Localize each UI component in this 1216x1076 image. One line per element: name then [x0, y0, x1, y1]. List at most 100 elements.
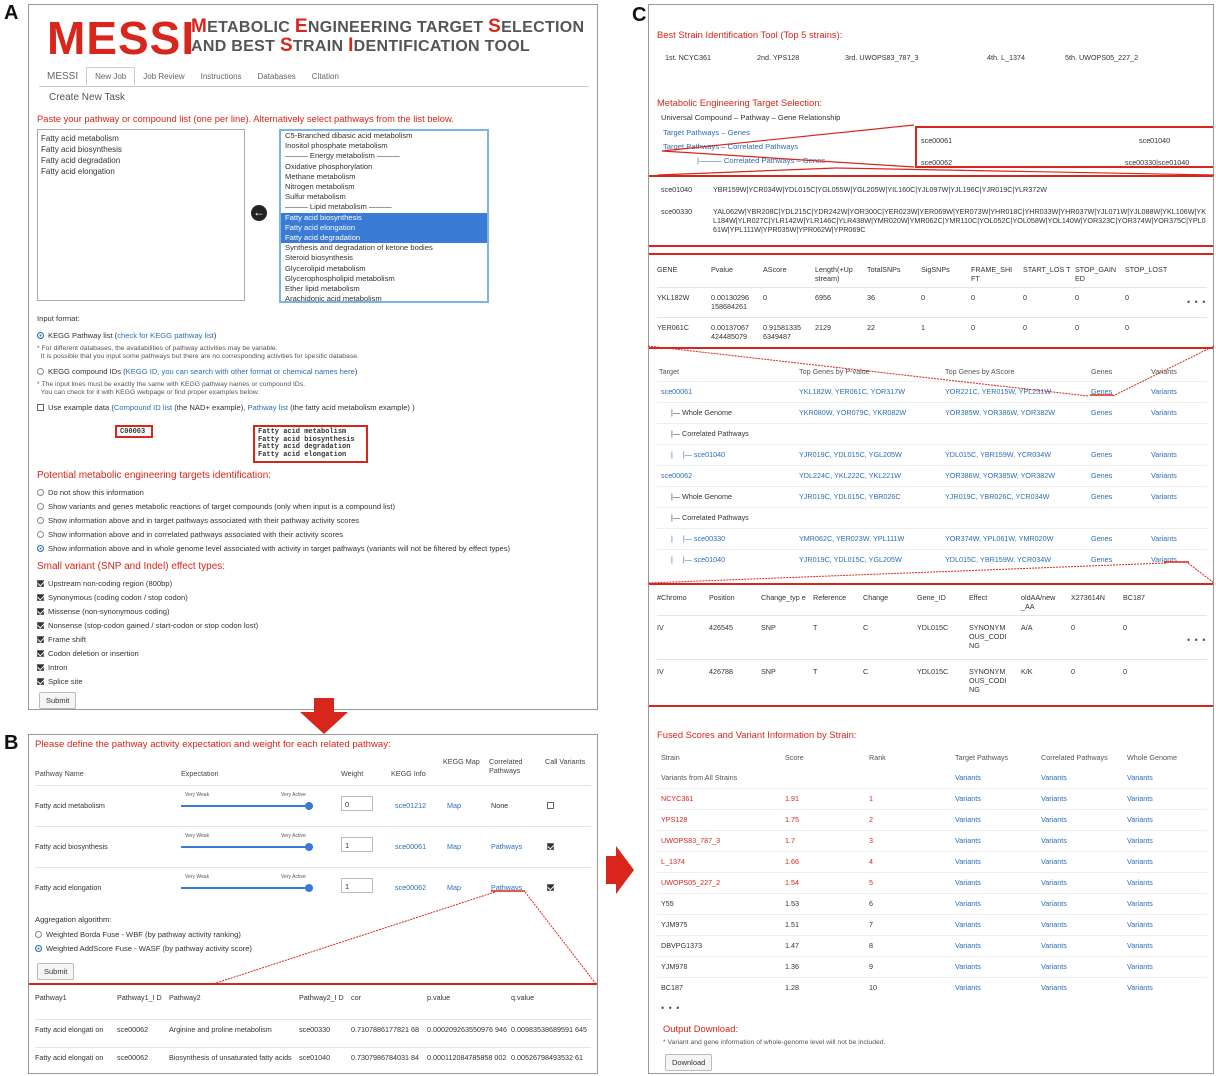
example-label: Use example data ( [48, 403, 114, 412]
pathway-option[interactable]: Arachidonic acid metabolism [281, 294, 487, 301]
corr-cell: 0.00983538689591 645 [511, 1025, 587, 1034]
target-option-label: Show variants and genes metabolic reacti… [48, 502, 395, 511]
pathway-option[interactable]: Steroid biosynthesis [281, 253, 487, 263]
variant-checkbox[interactable] [37, 580, 44, 587]
pathway-option[interactable]: C5-Branched dibasic acid metabolism [281, 131, 487, 141]
corr-cell: 0.000112084785858 002 [427, 1053, 507, 1062]
example-data-checkbox[interactable] [37, 404, 44, 411]
kegg-pathway-radio[interactable] [37, 332, 44, 339]
compound-id-list-link[interactable]: Compound ID list [114, 403, 172, 412]
target-option[interactable]: Show variants and genes metabolic reacti… [37, 500, 510, 514]
arrow-left-icon[interactable]: ← [251, 205, 267, 221]
submit-button[interactable]: Submit [39, 692, 77, 709]
input-format-label: Input format: [37, 314, 80, 323]
variant-option[interactable]: Codon deletion or insertion [37, 647, 258, 661]
zoom-lines-c [648, 124, 1214, 584]
panel-label-a: A [4, 2, 19, 24]
corr-cell: Biosynthesis of unsaturated fatty acids [169, 1053, 292, 1062]
subtitle-part: E [294, 16, 308, 37]
target-option-label: Show information above and in correlated… [48, 530, 344, 539]
pathway-option[interactable]: Methane metabolism [281, 172, 487, 182]
note-input-lines: * The input lines must be exactly the sa… [37, 381, 306, 388]
pathway-option[interactable]: ——— Energy metabolism ——— [281, 151, 487, 161]
target-option[interactable]: Do not show this information [37, 486, 510, 500]
pathway-option[interactable]: Fatty acid elongation [281, 222, 487, 234]
pathway-option[interactable]: Glycerolipid metabolism [281, 264, 487, 274]
nav-tab-3[interactable]: Instructions [193, 68, 250, 85]
panel-a-new-job: MESSI METABOLIC ENGINEERING TARGET SELEC… [28, 4, 598, 710]
compound-example-text: C00003 [120, 428, 146, 436]
variant-option[interactable]: Intron [37, 661, 258, 675]
variant-option-label: Missense (non-synonymous coding) [48, 607, 170, 616]
targets-options: Do not show this information Show variant… [37, 486, 510, 556]
variant-option[interactable]: Splice site [37, 675, 258, 689]
variant-option[interactable]: Upstream non-coding region (800bp) [37, 577, 258, 591]
nav-tab-1[interactable]: New Job [86, 67, 136, 86]
pathway-option[interactable]: Oxidative phosphorylation [281, 162, 487, 172]
variant-checkbox[interactable] [37, 608, 44, 615]
example-label-3: (the fatty acid metabolism example) ) [287, 403, 415, 412]
pathway-example-line: Fatty acid elongation [258, 450, 347, 459]
variant-checkbox[interactable] [37, 664, 44, 671]
pathway-option[interactable]: Inositol phosphate metabolism [281, 141, 487, 151]
target-option[interactable]: Show information above and in whole geno… [37, 542, 510, 556]
variant-checkbox[interactable] [37, 636, 44, 643]
corr-cell: sce00062 [117, 1053, 149, 1062]
kegg-compound-link[interactable]: KEGG ID, you can search with other forma… [126, 367, 355, 376]
target-option-label: Show information above and in whole geno… [48, 544, 511, 553]
pathway-textarea[interactable]: Fatty acid metabolism Fatty acid biosynth… [37, 129, 245, 301]
variant-option[interactable]: Frame shift [37, 633, 258, 647]
variant-option-label: Codon deletion or insertion [48, 649, 139, 658]
corr-cell: sce00062 [117, 1025, 149, 1034]
kegg-pathway-option[interactable]: KEGG Pathway list (check for KEGG pathwa… [37, 329, 216, 343]
target-option[interactable]: Show information above and in correlated… [37, 528, 510, 542]
variant-checkbox[interactable] [37, 650, 44, 657]
nav-tab-0[interactable]: MESSI [39, 67, 86, 86]
target-radio[interactable] [37, 545, 44, 552]
variant-option[interactable]: Synonymous (coding codon / stop codon) [37, 591, 258, 605]
pathway-select-list[interactable]: C5-Branched dibasic acid metabolism Inosi… [279, 129, 489, 303]
arrow-right-icon [616, 846, 634, 894]
paren: ) [213, 331, 217, 340]
kegg-compound-radio[interactable] [37, 368, 44, 375]
variant-option[interactable]: Nonsense (stop-codon gained / start-codo… [37, 619, 258, 633]
logo-subtitle: METABOLIC ENGINEERING TARGET SELECTION AN… [191, 16, 584, 56]
paren: ) [354, 367, 358, 376]
corr-header-cell: Pathway2 [169, 993, 201, 1002]
note-databases: * For different databases, the availabil… [37, 345, 278, 352]
variant-checkbox[interactable] [37, 622, 44, 629]
variant-checkbox[interactable] [37, 594, 44, 601]
pathway-option[interactable]: Fatty acid degradation [281, 233, 487, 244]
variant-option[interactable]: Missense (non-synonymous coding) [37, 605, 258, 619]
messi-logo: MESSI [47, 12, 196, 64]
variant-options: Upstream non-coding region (800bp) Synony… [37, 577, 258, 689]
target-radio[interactable] [37, 531, 44, 538]
pathway-option[interactable]: ——— Lipid metabolism ——— [281, 202, 487, 212]
corr-cell: Fatty acid elongati on [35, 1053, 104, 1062]
subtitle-part: TRAIN [292, 38, 349, 55]
pathway-option[interactable]: Ether lipid metabolism [281, 284, 487, 294]
example-data-option[interactable]: Use example data (Compound ID list (the … [37, 401, 415, 415]
pathway-option[interactable]: Fatty acid biosynthesis [281, 212, 487, 223]
variant-checkbox[interactable] [37, 678, 44, 685]
textarea-line: Fatty acid elongation [41, 167, 115, 176]
paste-prompt: Paste your pathway or compound list (one… [37, 113, 454, 124]
pathway-option[interactable]: Sulfur metabolism [281, 192, 487, 202]
example-label-2: (the NAD+ example), [172, 403, 248, 412]
nav-tab-2[interactable]: Job Review [135, 68, 192, 85]
pathway-option[interactable]: Glycerophospholipid metabolism [281, 274, 487, 284]
nav-tab-5[interactable]: Citation [304, 68, 347, 85]
textarea-line: Fatty acid degradation [41, 156, 121, 165]
kegg-pathway-link[interactable]: check for KEGG pathway list [117, 331, 214, 340]
target-radio[interactable] [37, 503, 44, 510]
nav-tab-4[interactable]: Databases [250, 68, 304, 85]
pathway-list-link[interactable]: Pathway list [247, 403, 288, 412]
target-radio[interactable] [37, 489, 44, 496]
arrow-down-stem [314, 698, 334, 714]
pathway-option[interactable]: Synthesis and degradation of ketone bodi… [281, 243, 487, 253]
target-option[interactable]: Show information above and in target pat… [37, 514, 510, 528]
kegg-compound-option[interactable]: KEGG compound IDs (KEGG ID, you can sear… [37, 365, 357, 379]
targets-title: Potential metabolic engineering targets … [37, 470, 272, 481]
pathway-option[interactable]: Nitrogen metabolism [281, 182, 487, 192]
target-radio[interactable] [37, 517, 44, 524]
